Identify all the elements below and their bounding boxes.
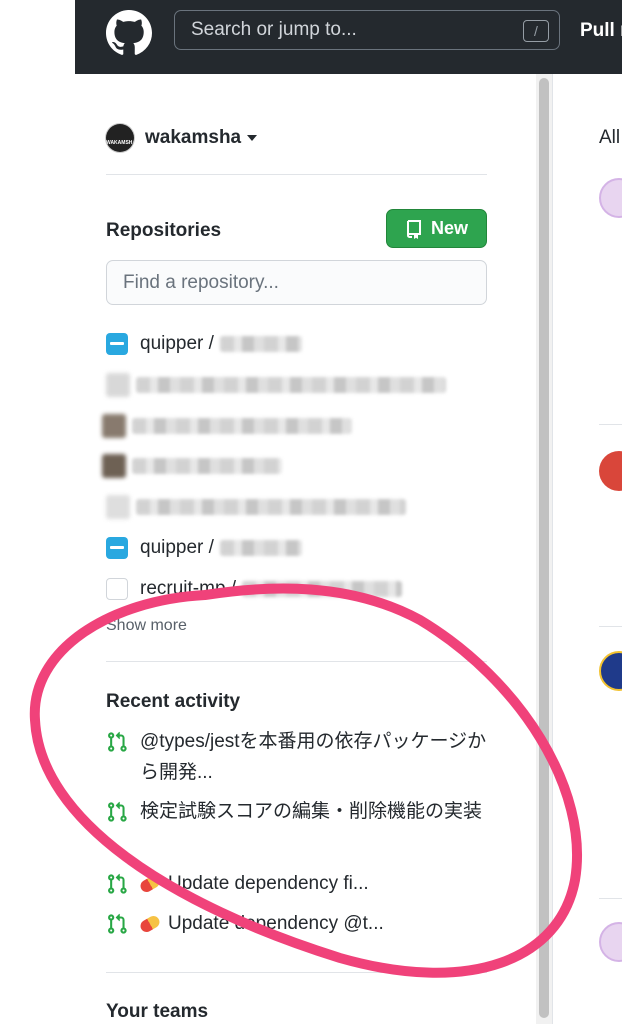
pill-emoji-icon bbox=[138, 913, 162, 935]
repository-filter-input[interactable] bbox=[107, 261, 486, 304]
username: wakamsha bbox=[145, 127, 242, 148]
show-more-link[interactable]: Show more bbox=[106, 617, 187, 635]
redacted-repo-name bbox=[132, 418, 352, 434]
divider bbox=[106, 972, 487, 973]
top-header: / Pull r bbox=[75, 0, 622, 74]
repo-item[interactable]: quipper / bbox=[106, 330, 302, 358]
pill-emoji-icon bbox=[138, 873, 162, 895]
search-shortcut-key: / bbox=[523, 20, 549, 42]
all-activity-heading: All bbox=[599, 127, 621, 148]
repo-item[interactable] bbox=[102, 414, 352, 438]
your-teams-heading: Your teams bbox=[106, 1001, 209, 1022]
redacted-repo-name bbox=[242, 581, 403, 597]
pull-request-icon bbox=[108, 801, 127, 822]
feed-divider bbox=[599, 424, 622, 425]
redacted-avatar-icon bbox=[106, 495, 130, 519]
repo-item[interactable] bbox=[106, 495, 406, 519]
divider bbox=[106, 174, 487, 175]
pull-request-icon bbox=[108, 731, 127, 752]
redacted-repo-name bbox=[219, 336, 302, 352]
sidebar-scrollbar[interactable] bbox=[536, 74, 552, 1024]
caret-down-icon bbox=[247, 135, 258, 141]
activity-title: Update dependency @t... bbox=[168, 913, 384, 934]
user-avatar: WAKAMSHA bbox=[106, 124, 134, 152]
feed-avatar[interactable] bbox=[599, 451, 622, 491]
column-divider bbox=[552, 74, 553, 1024]
redacted-avatar-icon bbox=[102, 414, 126, 438]
activity-title: 検定試験スコアの編集・削除機能の実装 bbox=[140, 801, 483, 822]
org-avatar-icon bbox=[106, 333, 128, 355]
repo-owner: quipper / bbox=[140, 537, 214, 558]
pull-request-icon bbox=[108, 913, 127, 934]
feed-avatar[interactable] bbox=[599, 922, 622, 962]
org-avatar-icon bbox=[106, 537, 128, 559]
feed-divider bbox=[599, 626, 622, 627]
activity-item[interactable]: Update dependency @t... bbox=[106, 908, 491, 939]
redacted-repo-name bbox=[136, 377, 446, 393]
repo-item[interactable]: quipper / bbox=[106, 534, 302, 562]
redacted-repo-name bbox=[219, 540, 302, 556]
activity-title: Update dependency fi... bbox=[168, 873, 369, 894]
redacted-repo-name bbox=[132, 458, 282, 474]
repo-item[interactable]: recruit-mp / bbox=[106, 575, 403, 603]
redacted-repo-name bbox=[136, 499, 406, 515]
new-button-label: New bbox=[430, 218, 468, 238]
repository-filter[interactable] bbox=[106, 260, 487, 305]
new-repository-button[interactable]: New bbox=[386, 209, 487, 248]
global-search[interactable]: / bbox=[174, 10, 560, 50]
divider bbox=[106, 661, 487, 662]
redacted-avatar-icon bbox=[102, 454, 126, 478]
github-logo-icon[interactable] bbox=[106, 10, 152, 56]
feed-divider bbox=[599, 898, 622, 899]
activity-item[interactable]: Update dependency fi... bbox=[106, 868, 491, 899]
feed-avatar[interactable] bbox=[599, 178, 622, 218]
context-switcher[interactable]: WAKAMSHA wakamsha bbox=[106, 120, 258, 156]
repo-owner: recruit-mp / bbox=[140, 578, 237, 599]
repo-item[interactable] bbox=[102, 454, 282, 478]
pull-request-icon bbox=[108, 873, 127, 894]
feed-avatar[interactable] bbox=[599, 651, 622, 691]
repo-owner: quipper / bbox=[140, 333, 214, 354]
activity-item[interactable]: @types/jestを本番用の依存パッケージから開発... bbox=[106, 726, 491, 788]
activity-title: @types/jestを本番用の依存パッケージから開発... bbox=[140, 731, 487, 783]
repositories-heading: Repositories bbox=[106, 220, 222, 241]
repo-item[interactable] bbox=[106, 373, 446, 397]
pull-requests-link[interactable]: Pull r bbox=[580, 20, 622, 42]
recent-activity-heading: Recent activity bbox=[106, 691, 241, 712]
activity-item[interactable]: 検定試験スコアの編集・削除機能の実装 bbox=[106, 796, 491, 827]
scrollbar-thumb[interactable] bbox=[539, 78, 549, 1018]
dashboard-sidebar: WAKAMSHA wakamsha Repositories New quipp… bbox=[0, 74, 536, 1024]
org-avatar-icon bbox=[106, 578, 128, 600]
global-search-input[interactable] bbox=[175, 11, 527, 49]
repo-icon bbox=[406, 219, 421, 239]
redacted-avatar-icon bbox=[106, 373, 130, 397]
